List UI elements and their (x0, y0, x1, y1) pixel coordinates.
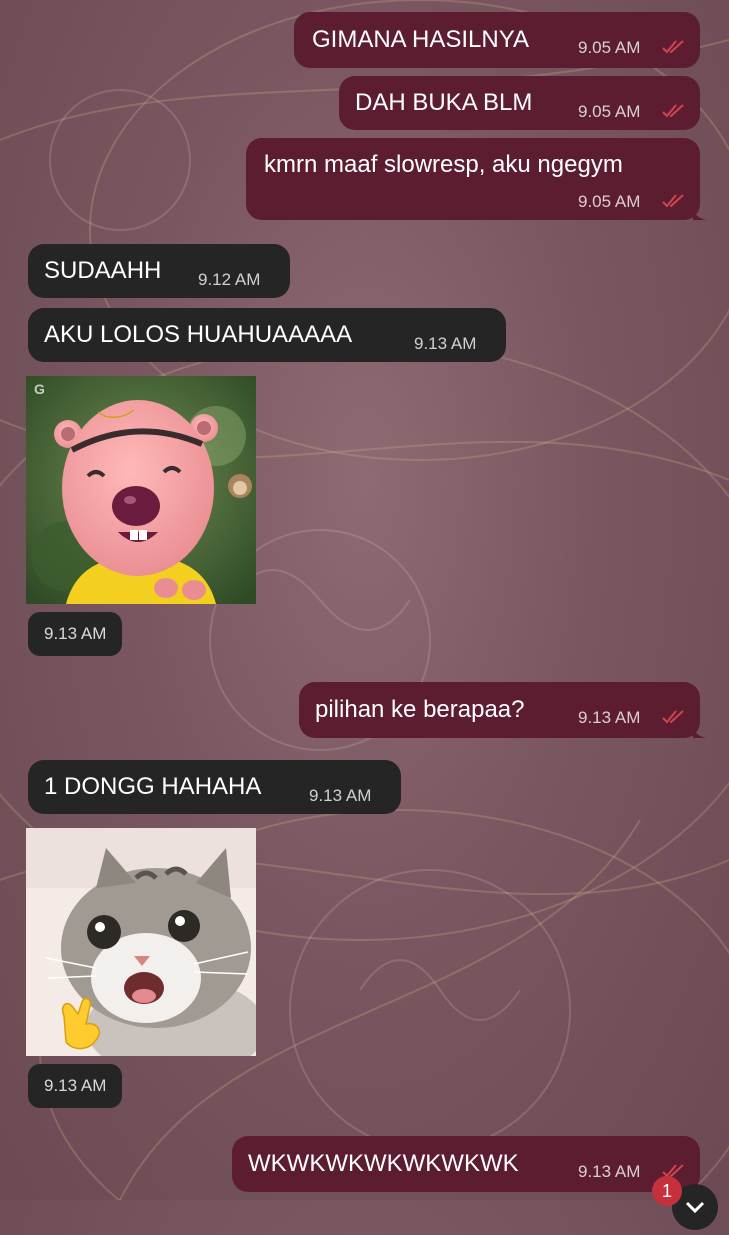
message-text: DAH BUKA BLM (355, 89, 533, 116)
message-time: 9.05 AM (578, 102, 641, 121)
incoming-message[interactable]: 1 DONGG HAHAHA 9.13 AM (28, 760, 401, 814)
outgoing-message[interactable]: kmrn maaf slowresp, aku ngegym 9.05 AM (246, 138, 707, 220)
outgoing-message[interactable]: pilihan ke berapaa? 9.13 AM (299, 682, 707, 738)
message-time: 9.13 AM (414, 334, 477, 353)
svg-text:G: G (34, 381, 45, 397)
message-text: 1 DONGG HAHAHA (44, 773, 262, 800)
double-check-icon (662, 194, 684, 208)
message-time: 9.05 AM (578, 192, 641, 211)
message-text: GIMANA HASILNYA (312, 26, 529, 53)
incoming-message[interactable]: SUDAAHH 9.12 AM (28, 244, 290, 298)
double-check-icon (662, 710, 684, 724)
double-check-icon (662, 104, 684, 118)
sticker-time: 9.13 AM (28, 612, 123, 656)
outgoing-message[interactable]: DAH BUKA BLM 9.05 AM (339, 76, 700, 130)
outgoing-message[interactable]: GIMANA HASILNYA 9.05 AM (294, 12, 700, 68)
sticker-image: G (26, 376, 256, 604)
bubble-tail (693, 724, 707, 738)
double-check-icon (662, 40, 684, 54)
message-text: kmrn maaf slowresp, aku ngegym (264, 151, 623, 178)
sticker-image (26, 828, 256, 1056)
message-time: 9.13 AM (578, 708, 641, 727)
message-text: WKWKWKWKWKWKWK (248, 1150, 519, 1177)
unread-badge: 1 (652, 1176, 682, 1206)
cat-shaka-sticker[interactable] (26, 828, 256, 1056)
message-time: 9.13 AM (309, 786, 372, 805)
message-text: SUDAAHH (44, 257, 162, 284)
message-time: 9.05 AM (578, 38, 641, 57)
incoming-message[interactable]: AKU LOLOS HUAHUAAAAA 9.13 AM (28, 308, 506, 362)
message-time: 9.12 AM (198, 270, 261, 289)
message-time: 9.13 AM (578, 1162, 641, 1181)
outgoing-message[interactable]: WKWKWKWKWKWKWK 9.13 AM (232, 1136, 707, 1192)
sticker-time: 9.13 AM (28, 1064, 123, 1108)
message-text: pilihan ke berapaa? (315, 696, 525, 723)
bubble-tail (693, 206, 707, 220)
cartoon-beaver-sticker[interactable]: G (26, 376, 256, 604)
message-text: AKU LOLOS HUAHUAAAAA (44, 321, 353, 348)
